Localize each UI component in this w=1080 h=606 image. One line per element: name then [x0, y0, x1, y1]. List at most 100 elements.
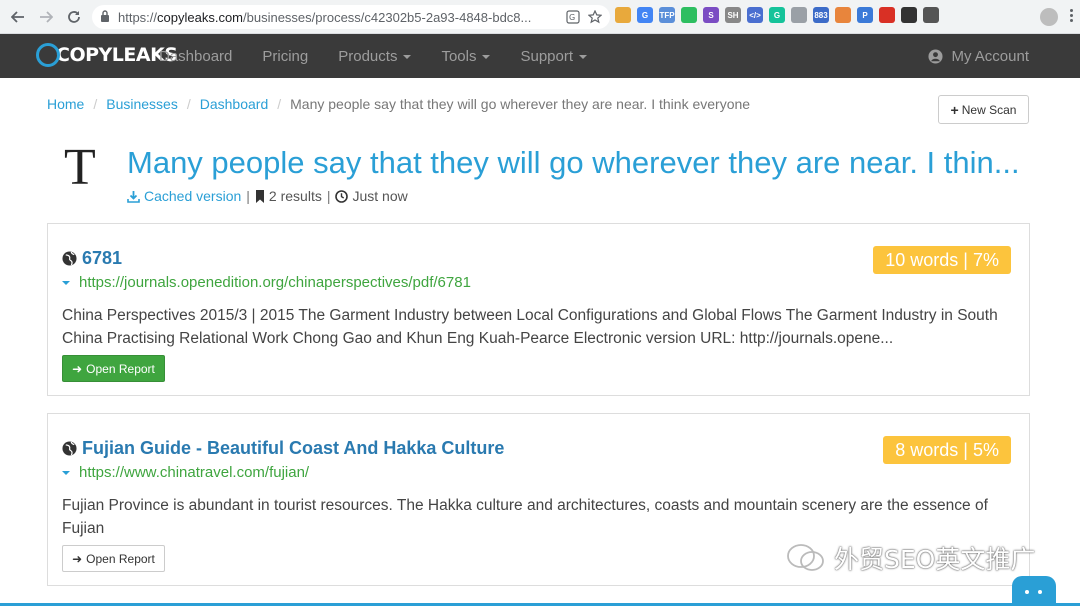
breadcrumb-businesses[interactable]: Businesses: [106, 96, 178, 112]
breadcrumb-separator: /: [93, 96, 98, 112]
counter-ext-icon[interactable]: 883: [813, 7, 829, 23]
match-badge: 10 words | 7%: [873, 246, 1011, 274]
results-count: 2 results: [268, 188, 322, 204]
back-button[interactable]: [6, 5, 30, 29]
svg-text:G: G: [569, 13, 575, 22]
nav-item-label: Tools: [441, 47, 477, 65]
result-snippet: Fujian Province is abundant in tourist r…: [62, 497, 988, 537]
tag-ext-icon[interactable]: [791, 7, 807, 23]
red-ext-icon[interactable]: [879, 7, 895, 23]
new-scan-label: New Scan: [961, 102, 1017, 117]
lock-icon: [100, 9, 110, 25]
address-bar[interactable]: https://copyleaks.com/businesses/process…: [92, 5, 610, 29]
breadcrumb-home[interactable]: Home: [47, 96, 84, 112]
result-title-link[interactable]: 6781: [62, 248, 122, 269]
arrow-right-icon: ➜: [72, 551, 83, 566]
nav-item-tools[interactable]: Tools: [441, 47, 491, 65]
breadcrumb-separator: /: [186, 96, 191, 112]
breadcrumb-separator: /: [277, 96, 282, 112]
cookie-ext-icon[interactable]: [835, 7, 851, 23]
meta-separator: |: [246, 188, 250, 204]
browser-toolbar: https://copyleaks.com/businesses/process…: [0, 0, 1080, 34]
copyleaks-logo[interactable]: COPYLEAKS: [36, 43, 178, 67]
star-bookmark-icon[interactable]: [588, 10, 602, 24]
result-url: https://www.chinatravel.com/fujian/: [79, 464, 310, 481]
open-report-label: Open Report: [86, 551, 155, 566]
wechat-watermark: 外贸SEO英文推广: [786, 540, 1035, 576]
tfp-ext-icon[interactable]: TFP: [659, 7, 675, 23]
translate-page-icon[interactable]: G: [566, 10, 580, 24]
arrow-right-icon: ➜: [72, 361, 83, 376]
open-report-label: Open Report: [86, 361, 155, 376]
caret-down-icon: [403, 54, 412, 59]
meta-separator: |: [326, 188, 331, 204]
reload-button[interactable]: [62, 5, 86, 29]
result-title: Fujian Guide - Beautiful Coast And Hakka…: [82, 438, 505, 458]
arrow-left-icon: [11, 10, 24, 23]
scan-time: Just now: [352, 188, 408, 204]
caret-down-icon: [579, 54, 588, 59]
my-account-label: My Account: [951, 47, 1029, 65]
open-report-button[interactable]: ➜ Open Report: [62, 545, 165, 572]
bookmark-icon: [255, 189, 264, 203]
breadcrumb-dashboard[interactable]: Dashboard: [200, 96, 269, 112]
mouse-ext-icon[interactable]: [923, 7, 939, 23]
nav-item-label: Products: [338, 47, 398, 65]
scan-meta: Cached version | 2 results | Just now: [127, 188, 408, 204]
nav-item-support[interactable]: Support: [520, 47, 588, 65]
translate-ext-icon[interactable]: G: [637, 7, 653, 23]
caret-down-icon[interactable]: [62, 280, 70, 285]
nav-item-label: Dashboard: [159, 47, 233, 65]
my-account-link[interactable]: My Account: [928, 34, 1029, 78]
clock-icon: [335, 189, 349, 203]
nav-item-label: Support: [520, 47, 574, 65]
app-navbar: COPYLEAKS Dashboard Pricing Products Tools S…: [0, 34, 1080, 78]
breadcrumb: Home / Businesses / Dashboard / Many peo…: [47, 96, 750, 112]
reload-icon: [68, 10, 80, 23]
url-path: /businesses/process/c42302b5-2a93-4848-b…: [243, 9, 532, 25]
chat-widget-button[interactable]: [1012, 576, 1056, 606]
forward-button[interactable]: [34, 5, 58, 29]
text-document-icon: T: [64, 139, 96, 196]
logo-ring-icon: [36, 43, 60, 67]
result-card: 6781 https://journals.openedition.org/ch…: [47, 223, 1030, 396]
nav-item-products[interactable]: Products: [338, 47, 412, 65]
evernote-ext-icon[interactable]: [681, 7, 697, 23]
extensions-bar: G TFP S SH </> G 883 P: [615, 7, 939, 23]
nav-item-label: Pricing: [262, 47, 309, 65]
url-prefix: https://: [118, 9, 158, 25]
p-ext-icon[interactable]: P: [857, 7, 873, 23]
arrow-right-icon: [40, 10, 53, 23]
breadcrumb-current: Many people say that they will go wherev…: [290, 96, 751, 112]
profile-avatar[interactable]: [1040, 8, 1058, 26]
result-url-link[interactable]: https://journals.openedition.org/chinape…: [62, 274, 471, 291]
result-title-link[interactable]: Fujian Guide - Beautiful Coast And Hakka…: [62, 438, 504, 459]
nav-item-pricing[interactable]: Pricing: [262, 48, 308, 65]
sh-ext-icon[interactable]: SH: [725, 7, 741, 23]
open-report-button[interactable]: ➜ Open Report: [62, 355, 165, 382]
url-text: https://copyleaks.com/businesses/process…: [118, 10, 566, 25]
wechat-icon: [787, 544, 824, 571]
new-scan-button[interactable]: + New Scan: [938, 95, 1029, 124]
result-url-link[interactable]: https://www.chinatravel.com/fujian/: [62, 464, 309, 481]
caret-down-icon[interactable]: [62, 470, 70, 475]
check-ext-icon[interactable]: [901, 7, 917, 23]
plus-icon: +: [950, 101, 959, 118]
result-title: 6781: [82, 248, 123, 268]
globe-icon: [62, 441, 77, 456]
match-badge: 8 words | 5%: [883, 436, 1011, 464]
code-ext-icon[interactable]: </>: [747, 7, 763, 23]
download-icon: [127, 190, 140, 203]
cached-version-link[interactable]: Cached version: [144, 188, 241, 204]
globe-icon: [62, 251, 77, 266]
grammarly-ext-icon[interactable]: G: [769, 7, 785, 23]
caret-down-icon: [482, 54, 491, 59]
nav-item-dashboard[interactable]: Dashboard: [159, 48, 232, 65]
s-ext-icon[interactable]: S: [703, 7, 719, 23]
gear-ext-icon[interactable]: [615, 7, 631, 23]
user-circle-icon: [928, 48, 943, 64]
page-title: Many people say that they will go wherev…: [127, 145, 1020, 180]
url-host: copyleaks.com: [157, 9, 244, 25]
browser-menu-icon[interactable]: [1070, 9, 1074, 22]
watermark-text: 外贸SEO英文推广: [834, 545, 1036, 574]
